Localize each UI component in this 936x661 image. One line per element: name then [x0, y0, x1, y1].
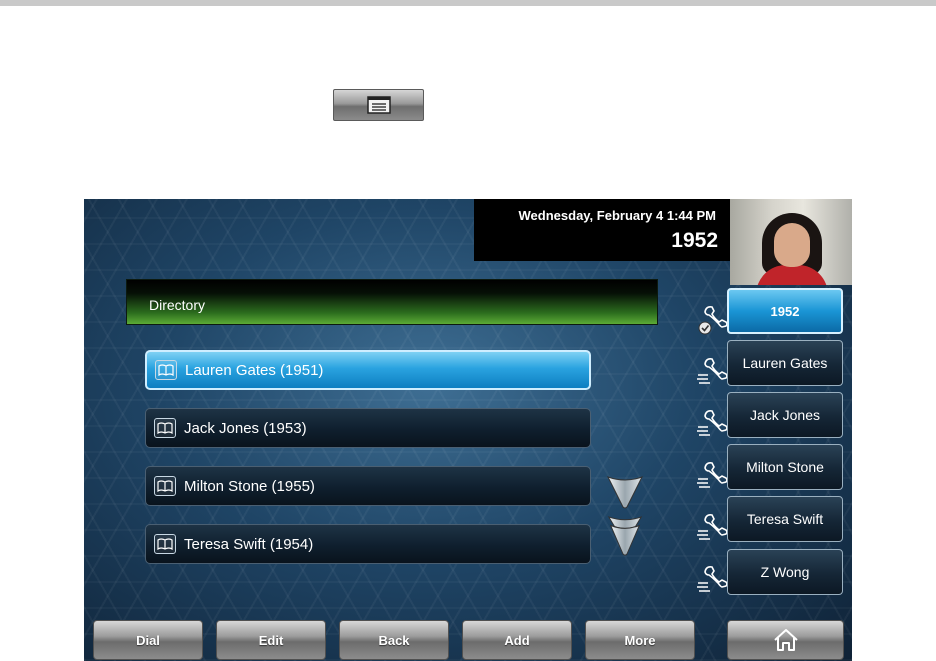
menu-icon: [366, 96, 391, 114]
directory-header: Directory: [126, 279, 658, 325]
chevron-down-icon: [606, 476, 644, 509]
entry-label: Jack Jones (1953): [184, 419, 307, 437]
top-rule: [0, 0, 936, 6]
double-chevron-down-icon: [607, 516, 643, 556]
phone-screen: Wednesday, February 4 1:44 PM 1952 Direc…: [84, 199, 852, 661]
dial-softkey[interactable]: Dial: [93, 620, 203, 660]
home-icon: [773, 629, 798, 651]
line-key[interactable]: Milton Stone: [727, 444, 843, 490]
entry-label: Milton Stone (1955): [184, 477, 315, 495]
entry-label: Teresa Swift (1954): [184, 535, 314, 553]
back-softkey[interactable]: Back: [339, 620, 449, 660]
directory-entry[interactable]: Milton Stone (1955): [145, 466, 591, 506]
directory-title: Directory: [149, 297, 206, 313]
line-key[interactable]: Teresa Swift: [727, 496, 843, 542]
line-key[interactable]: Jack Jones: [727, 392, 843, 438]
line-key[interactable]: Lauren Gates: [727, 340, 843, 386]
address-book-icon: [154, 418, 176, 438]
directory-entry[interactable]: Jack Jones (1953): [145, 408, 591, 448]
address-book-icon: [154, 534, 176, 554]
line-key[interactable]: Z Wong: [727, 549, 843, 595]
own-extension: 1952: [671, 229, 718, 252]
add-softkey[interactable]: Add: [462, 620, 572, 660]
contact-photo: [730, 199, 852, 285]
date-time: Wednesday, February 4 1:44 PM: [518, 208, 716, 223]
more-softkey[interactable]: More: [585, 620, 695, 660]
page-down-arrow[interactable]: [606, 515, 644, 557]
menu-hard-key[interactable]: [333, 89, 424, 121]
directory-entry[interactable]: Teresa Swift (1954): [145, 524, 591, 564]
directory-entry[interactable]: Lauren Gates (1951): [145, 350, 591, 390]
status-bar: Wednesday, February 4 1:44 PM 1952: [474, 199, 730, 261]
address-book-icon: [154, 476, 176, 496]
address-book-icon: [155, 360, 177, 380]
line-key[interactable]: 1952: [727, 288, 843, 334]
home-button[interactable]: [727, 620, 844, 660]
scroll-down-arrow[interactable]: [606, 475, 644, 509]
entry-label: Lauren Gates (1951): [185, 361, 324, 379]
edit-softkey[interactable]: Edit: [216, 620, 326, 660]
